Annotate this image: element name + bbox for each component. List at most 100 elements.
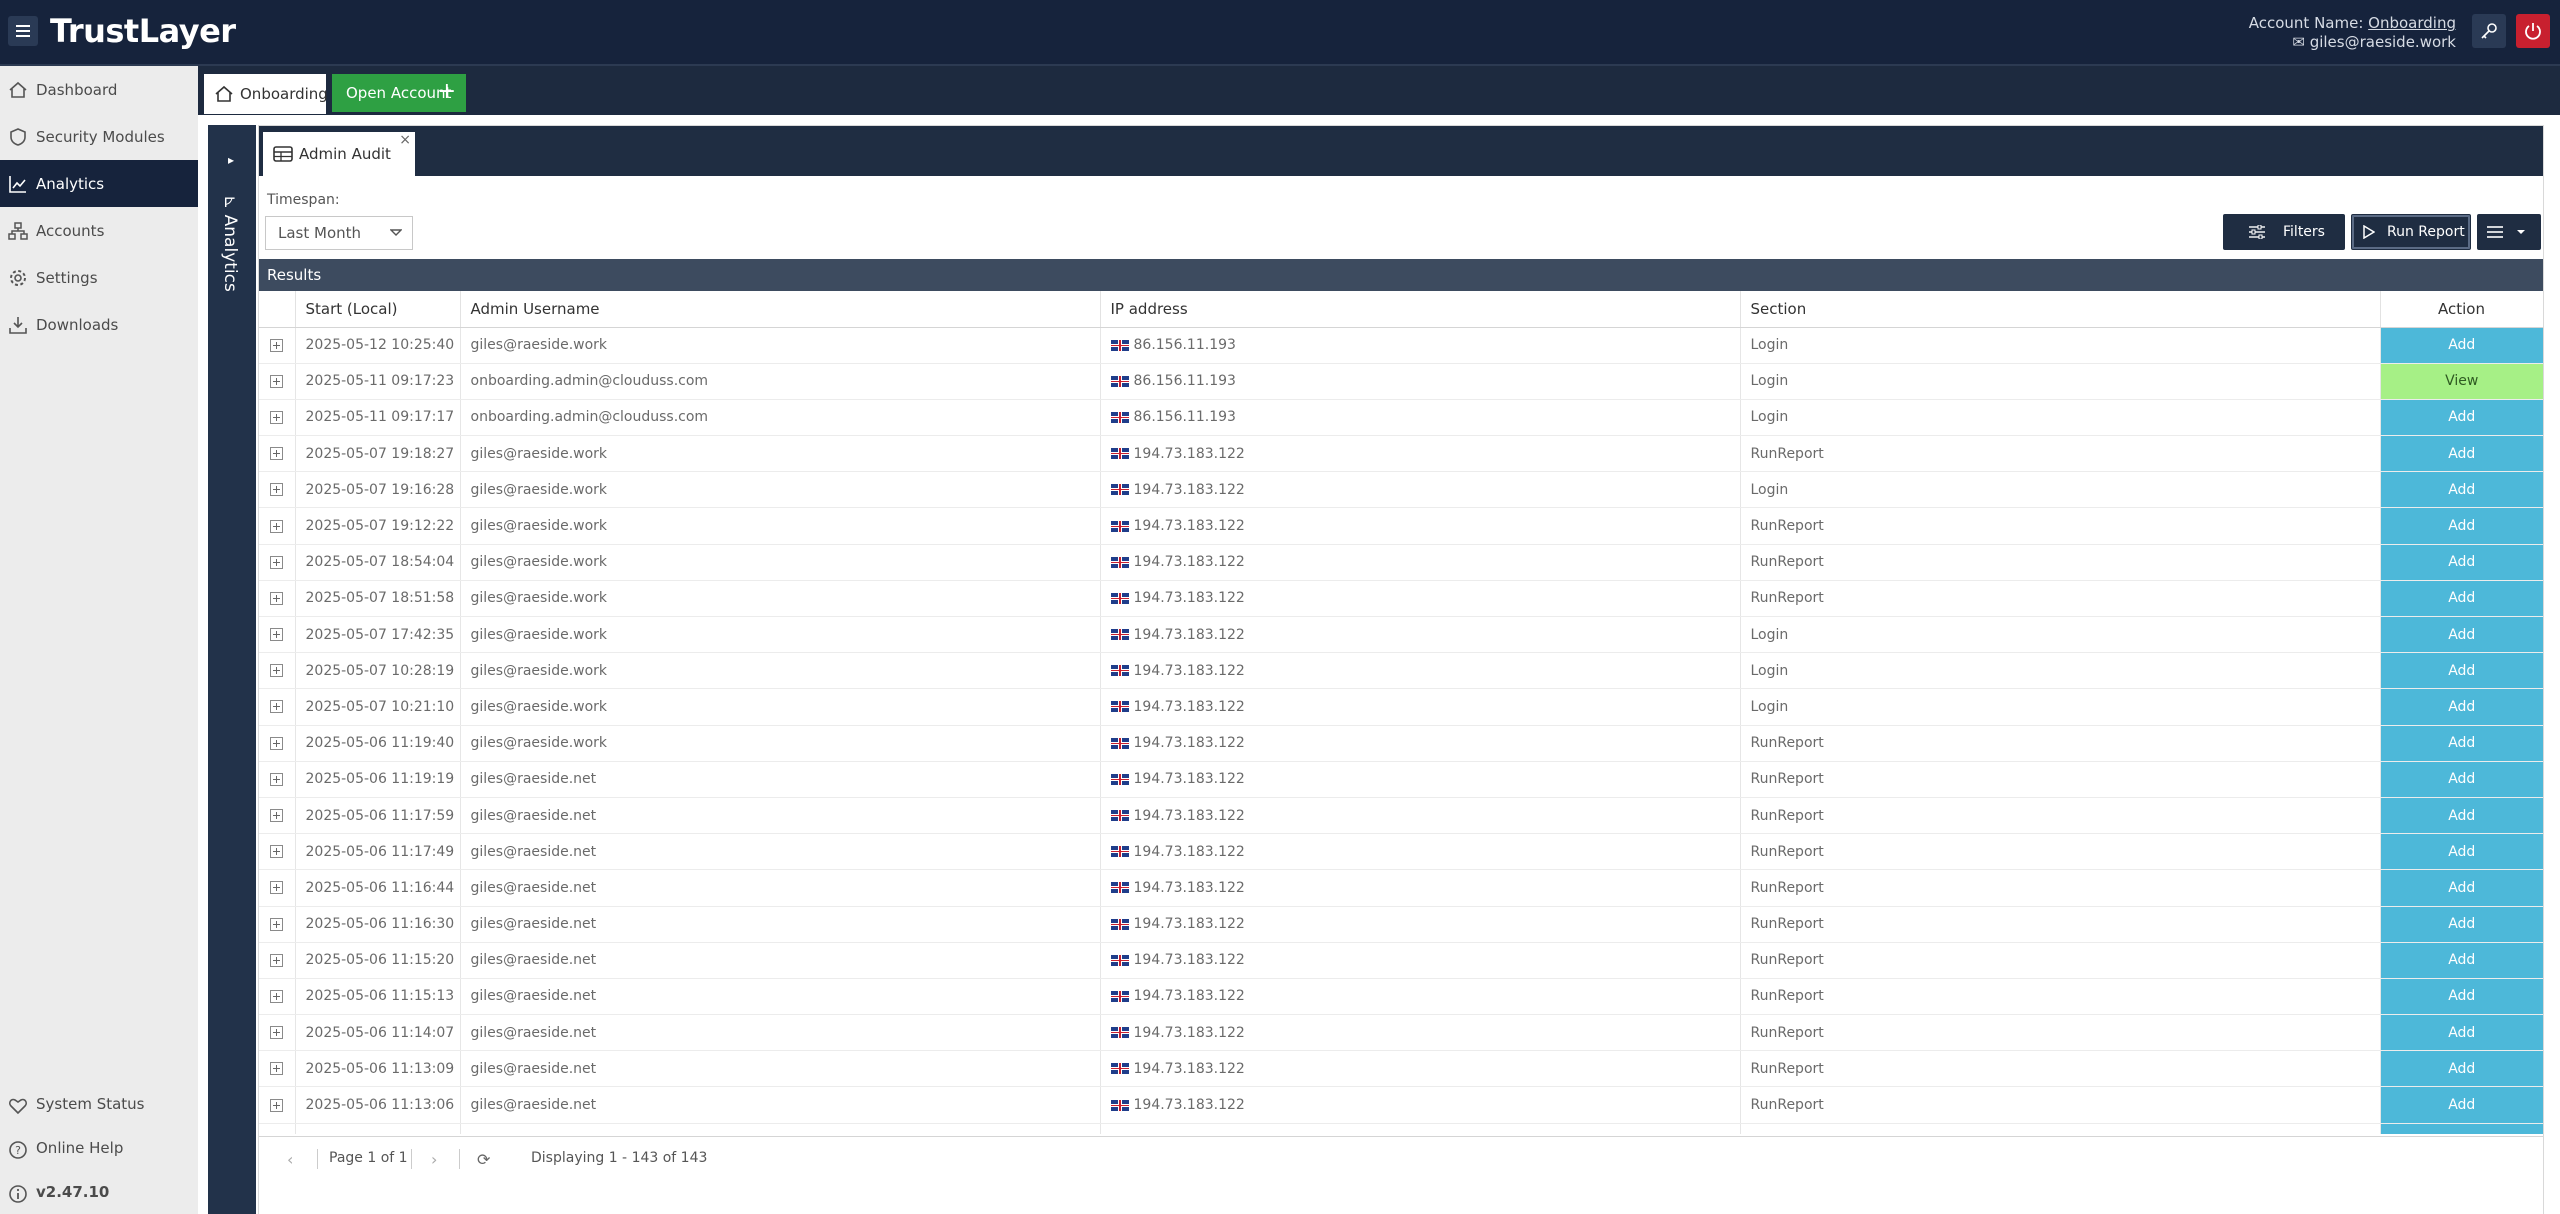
sidebar-item-settings[interactable]: Settings — [0, 254, 198, 301]
column-header-admin-username[interactable]: Admin Username — [460, 291, 1101, 328]
expand-plus-icon[interactable] — [270, 1098, 284, 1112]
action-button[interactable]: View — [2380, 363, 2543, 400]
expand-row-cell[interactable] — [259, 833, 296, 871]
expand-row-cell[interactable] — [259, 580, 296, 618]
expand-row-cell[interactable] — [259, 399, 296, 437]
column-header-section[interactable]: Section — [1740, 291, 2381, 328]
action-button[interactable]: Add — [2380, 616, 2543, 654]
action-button[interactable]: Add — [2380, 507, 2543, 545]
action-button[interactable]: Add — [2380, 1014, 2543, 1052]
table-row[interactable]: 2025-05-06 11:19:40 giles@raeside.work 194… — [259, 725, 2543, 762]
tab-onboarding[interactable]: Onboarding — [204, 74, 328, 114]
expand-plus-icon[interactable] — [270, 555, 284, 569]
expand-plus-icon[interactable] — [270, 845, 284, 859]
action-button[interactable]: Add — [2380, 978, 2543, 1016]
action-button[interactable]: Add — [2380, 833, 2543, 871]
sidebar-item-analytics[interactable]: Analytics — [0, 160, 198, 207]
expand-plus-icon[interactable] — [270, 1026, 284, 1040]
action-button[interactable]: Add — [2380, 761, 2543, 798]
expand-row-cell[interactable] — [259, 507, 296, 545]
expand-arrow-icon[interactable]: ▸ — [228, 153, 234, 167]
expand-row-cell[interactable] — [259, 725, 296, 762]
table-row[interactable]: 2025-05-06 11:16:30 giles@raeside.net 194.… — [259, 906, 2543, 943]
expand-row-cell[interactable] — [259, 435, 296, 473]
expand-row-cell[interactable] — [259, 1014, 296, 1052]
next-page-icon[interactable]: › — [431, 1150, 437, 1169]
expand-row-cell[interactable] — [259, 906, 296, 943]
expand-row-cell[interactable] — [259, 978, 296, 1016]
column-header-ip-address[interactable]: IP address — [1100, 291, 1741, 328]
expand-plus-icon[interactable] — [270, 700, 284, 714]
action-button[interactable]: Add — [2380, 399, 2543, 437]
table-row[interactable]: 2025-05-06 11:15:20 giles@raeside.net 194.… — [259, 942, 2543, 979]
table-row[interactable]: 2025-05-07 19:16:28 giles@raeside.work 194… — [259, 471, 2543, 509]
expand-row-cell[interactable] — [259, 327, 296, 364]
table-row[interactable]: 2025-05-07 18:51:58 giles@raeside.work 194… — [259, 580, 2543, 618]
expand-row-cell[interactable] — [259, 797, 296, 835]
system-status-link[interactable]: System Status — [0, 1082, 198, 1126]
action-button[interactable]: Add — [2380, 1050, 2543, 1088]
action-button[interactable]: Add — [2380, 906, 2543, 943]
close-icon[interactable]: × — [399, 132, 411, 148]
table-row[interactable]: 2025-05-06 11:13:09 giles@raeside.net 194.… — [259, 1050, 2543, 1088]
action-button[interactable]: Add — [2380, 652, 2543, 690]
expand-row-cell[interactable] — [259, 761, 296, 798]
action-button[interactable]: Add — [2380, 471, 2543, 509]
action-button[interactable]: Add — [2380, 580, 2543, 618]
action-button[interactable]: Add — [2380, 797, 2543, 835]
expand-plus-icon[interactable] — [270, 591, 284, 605]
expand-row-cell[interactable] — [259, 869, 296, 907]
expand-row-cell[interactable] — [259, 1050, 296, 1088]
expand-row-cell[interactable] — [259, 471, 296, 509]
expand-row-cell[interactable] — [259, 652, 296, 690]
expand-plus-icon[interactable] — [270, 772, 284, 786]
options-menu-button[interactable] — [2477, 214, 2541, 250]
table-row[interactable]: 2025-05-07 19:18:27 giles@raeside.work 194… — [259, 435, 2543, 473]
table-row[interactable]: 2025-05-06 11:17:59 giles@raeside.net 194.… — [259, 797, 2543, 835]
sidebar-item-dashboard[interactable]: Dashboard — [0, 66, 198, 113]
tab-admin-audit[interactable]: Admin Audit × — [263, 132, 415, 176]
table-row[interactable]: 2025-05-11 09:17:17 onboarding.admin@clou… — [259, 399, 2543, 437]
expand-plus-icon[interactable] — [270, 809, 284, 823]
table-row[interactable]: 2025-05-06 11:19:19 giles@raeside.net 194.… — [259, 761, 2543, 798]
expand-plus-icon[interactable] — [270, 989, 284, 1003]
column-header-start[interactable]: Start (Local) — [295, 291, 461, 328]
action-button[interactable]: Add — [2380, 1123, 2543, 1134]
hamburger-menu-icon[interactable] — [8, 16, 38, 46]
expand-plus-icon[interactable] — [270, 519, 284, 533]
table-row[interactable]: 2025-05-06 11:15:13 giles@raeside.net 194.… — [259, 978, 2543, 1016]
expand-row-cell[interactable] — [259, 688, 296, 726]
key-button[interactable] — [2472, 14, 2506, 48]
table-row[interactable]: 2025-05-07 10:28:19 giles@raeside.work 194… — [259, 652, 2543, 690]
open-account-button[interactable]: Open Account + — [332, 74, 466, 112]
table-row[interactable]: 2025-05-06 11:16:44 giles@raeside.net 194.… — [259, 869, 2543, 907]
expand-plus-icon[interactable] — [270, 664, 284, 678]
action-button[interactable]: Add — [2380, 688, 2543, 726]
table-row[interactable]: 2025-05-07 10:21:10 giles@raeside.work 194… — [259, 688, 2543, 726]
expand-plus-icon[interactable] — [270, 736, 284, 750]
action-button[interactable]: Add — [2380, 544, 2543, 581]
expand-row-cell[interactable] — [259, 942, 296, 979]
expand-plus-icon[interactable] — [270, 881, 284, 895]
table-row[interactable]: 2025-05-07 17:42:35 giles@raeside.work 194… — [259, 616, 2543, 654]
action-button[interactable]: Add — [2380, 327, 2543, 364]
account-name-link[interactable]: Onboarding — [2368, 14, 2456, 32]
expand-plus-icon[interactable] — [270, 483, 284, 497]
expand-plus-icon[interactable] — [270, 953, 284, 967]
action-button[interactable]: Add — [2380, 942, 2543, 979]
run-report-button[interactable]: Run Report — [2351, 214, 2471, 250]
action-button[interactable]: Add — [2380, 869, 2543, 907]
expand-row-cell[interactable] — [259, 616, 296, 654]
online-help-link[interactable]: ? Online Help — [0, 1126, 198, 1170]
expand-plus-icon[interactable] — [270, 410, 284, 424]
prev-page-icon[interactable]: ‹ — [287, 1150, 293, 1169]
action-button[interactable]: Add — [2380, 725, 2543, 762]
table-row[interactable]: 2025-05-12 10:25:40 giles@raeside.work 86.… — [259, 327, 2543, 364]
table-row[interactable]: 2025-05-06 11:13:06 giles@raeside.net 194.… — [259, 1086, 2543, 1124]
expand-plus-icon[interactable] — [270, 374, 284, 388]
column-header-action[interactable]: Action — [2380, 291, 2543, 328]
expand-row-cell[interactable] — [259, 1086, 296, 1124]
logout-button[interactable] — [2516, 14, 2550, 48]
sidebar-item-accounts[interactable]: Accounts — [0, 207, 198, 254]
expand-row-cell[interactable] — [259, 1123, 296, 1134]
